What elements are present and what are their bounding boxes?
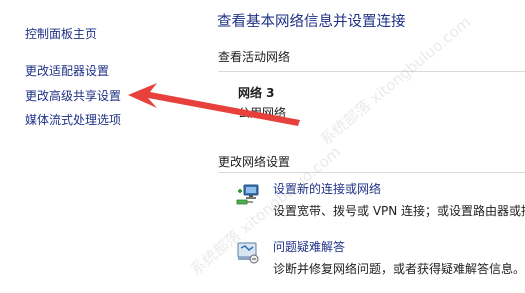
troubleshoot-description: 诊断并修复网络问题，或者获得疑难解答信息。 [273, 262, 525, 276]
section-divider [218, 71, 525, 72]
active-networks-heading: 查看活动网络 [218, 50, 291, 64]
section-divider [218, 172, 525, 173]
page-title: 查看基本网络信息并设置连接 [217, 14, 406, 30]
main-panel: 查看基本网络信息并设置连接 查看活动网络 网络 3 公用网络 更改网络设置 设置… [200, 0, 525, 293]
network-name: 网络 3 [238, 86, 275, 100]
sidebar: 控制面板主页 更改适配器设置 更改高级共享设置 媒体流式处理选项 [0, 0, 200, 293]
network-setup-icon [236, 184, 259, 205]
sidebar-item-change-adapter-settings[interactable]: 更改适配器设置 [25, 64, 109, 78]
setup-connection-link[interactable]: 设置新的连接或网络 [273, 182, 381, 196]
sidebar-item-control-panel-home[interactable]: 控制面板主页 [25, 27, 97, 41]
setup-connection-description: 设置宽带、拨号或 VPN 连接；或设置路由器或接 [273, 204, 525, 218]
sidebar-item-change-advanced-sharing[interactable]: 更改高级共享设置 [25, 89, 121, 103]
troubleshoot-link[interactable]: 问题疑难解答 [273, 240, 345, 254]
sidebar-item-media-streaming[interactable]: 媒体流式处理选项 [25, 113, 121, 127]
network-type-link[interactable]: 公用网络 [238, 106, 286, 120]
troubleshoot-icon [237, 242, 259, 264]
change-settings-heading: 更改网络设置 [218, 155, 291, 169]
